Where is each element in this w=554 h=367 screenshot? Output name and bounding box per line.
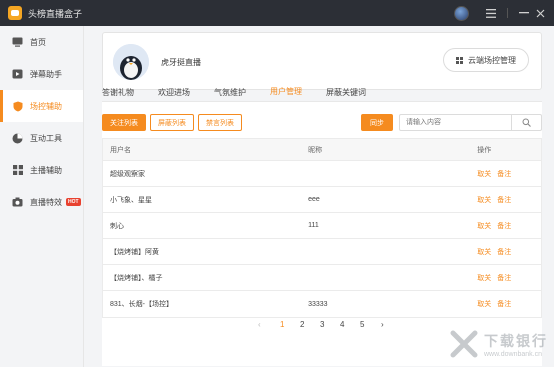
sidebar-item-label: 场控辅助 [30, 101, 62, 111]
minimize-icon[interactable] [516, 5, 532, 21]
control-tabs: 答谢礼物 欢迎进场 气氛维护 用户管理 屏蔽关键词 [102, 80, 542, 102]
sidebar-item-label: 首页 [30, 37, 46, 47]
note-link[interactable]: 备注 [497, 275, 511, 282]
hot-badge: HOT [66, 198, 81, 206]
sidebar-item-label: 主播辅助 [30, 165, 62, 175]
tab-user-management[interactable]: 用户管理 [270, 86, 302, 102]
sidebar-item-label: 直播特效 [30, 197, 62, 207]
shield-icon [12, 101, 23, 112]
header-actions: 操作 [477, 146, 492, 154]
cell-username: 刺心 [110, 222, 124, 230]
title-separator [507, 8, 508, 18]
close-icon[interactable] [532, 5, 548, 21]
sidebar-item-room-control[interactable]: 场控辅助 [0, 90, 83, 122]
table-header: 用户名 昵称 操作 [103, 139, 541, 161]
sidebar-item-effects[interactable]: 直播特效 HOT [0, 186, 83, 218]
subtab-follow-list[interactable]: 关注列表 [102, 114, 146, 131]
note-link[interactable]: 备注 [497, 223, 511, 230]
main-content: 虎牙挺直播 云端场控管理 答谢礼物 欢迎进场 气氛维护 用户管理 屏蔽关键词 关… [88, 26, 554, 367]
page-1-button[interactable]: 1 [280, 320, 284, 329]
cell-nickname: 111 [308, 222, 319, 229]
sidebar-item-host-assist[interactable]: 主播辅助 [0, 154, 83, 186]
tab-block-keywords[interactable]: 屏蔽关键词 [326, 87, 366, 102]
window-controls [454, 0, 548, 26]
page-3-button[interactable]: 3 [320, 320, 324, 329]
monitor-icon [12, 37, 23, 48]
sidebar-item-interaction[interactable]: 互动工具 [0, 122, 83, 154]
watermark: 下载银行 www.downbank.cn [449, 329, 548, 359]
subtab-mute-list[interactable]: 禁言列表 [198, 114, 242, 131]
unfollow-link[interactable]: 取关 [477, 223, 491, 230]
sidebar-item-danmaku[interactable]: 弹幕助手 [0, 58, 83, 90]
sync-button[interactable]: 同步 [361, 114, 393, 131]
tab-atmosphere[interactable]: 气氛维护 [214, 87, 246, 102]
table-row: 831、长烟-【场控】 33333 取关 备注 [103, 291, 541, 317]
cloud-control-button[interactable]: 云端场控管理 [443, 48, 529, 72]
title-bar: 头榜直播盒子 [0, 0, 554, 26]
cell-nickname: eee [308, 196, 320, 203]
user-table: 用户名 昵称 操作 超级观察家 取关 备注 小飞象、星星 eee 取关 备注 刺心 … [102, 138, 542, 318]
unfollow-link[interactable]: 取关 [477, 171, 491, 178]
page-2-button[interactable]: 2 [300, 320, 304, 329]
streamer-username: 虎牙挺直播 [161, 58, 201, 67]
table-row: 【烧烤铺】、橘子 取关 备注 [103, 265, 541, 291]
cell-username: 【烧烤铺】阿黄 [110, 248, 159, 256]
table-row: 【烧烤铺】阿黄 取关 备注 [103, 239, 541, 265]
cell-username: 831、长烟-【场控】 [110, 301, 174, 308]
grid-icon [456, 56, 463, 64]
user-avatar[interactable] [454, 5, 469, 21]
cell-username: 小飞象、星星 [110, 196, 152, 204]
cell-nickname: 33333 [308, 300, 328, 308]
search-icon[interactable] [511, 115, 541, 130]
pie-icon [12, 133, 23, 144]
cell-username: 【烧烤铺】、橘子 [110, 274, 163, 282]
subtab-block-list[interactable]: 屏蔽列表 [150, 114, 194, 131]
unfollow-link[interactable]: 取关 [477, 301, 491, 308]
camera-icon [12, 197, 23, 208]
unfollow-link[interactable]: 取关 [477, 249, 491, 256]
tab-welcome[interactable]: 欢迎进场 [158, 87, 190, 102]
play-icon [12, 69, 23, 80]
next-page-button[interactable]: › [381, 320, 384, 329]
note-link[interactable]: 备注 [497, 171, 511, 178]
table-row: 刺心 111 取关 备注 [103, 213, 541, 239]
note-link[interactable]: 备注 [497, 197, 511, 204]
search-input[interactable] [400, 115, 511, 130]
page-5-button[interactable]: 5 [360, 320, 364, 329]
header-nickname: 昵称 [308, 146, 323, 154]
cell-username: 超级观察家 [110, 170, 145, 178]
menu-icon[interactable] [483, 5, 499, 21]
streamer-avatar [113, 44, 149, 80]
header-username: 用户名 [110, 146, 131, 154]
watermark-logo-icon [450, 330, 478, 358]
search-box [399, 114, 542, 131]
sidebar-item-home[interactable]: 首页 [0, 26, 83, 58]
table-row: 超级观察家 取关 备注 [103, 161, 541, 187]
unfollow-link[interactable]: 取关 [477, 275, 491, 282]
note-link[interactable]: 备注 [497, 301, 511, 308]
page-4-button[interactable]: 4 [340, 320, 344, 329]
list-subtabs: 关注列表 屏蔽列表 禁言列表 [102, 114, 246, 131]
watermark-text: 下载银行 [484, 332, 548, 349]
sidebar-item-label: 弹幕助手 [30, 69, 62, 79]
tab-gift-thanks[interactable]: 答谢礼物 [102, 87, 134, 102]
cloud-control-label: 云端场控管理 [468, 55, 516, 65]
prev-page-button[interactable]: ‹ [258, 320, 261, 329]
sidebar: 首页 弹幕助手 场控辅助 互动工具 主播辅助 直播特效 HOT [0, 26, 84, 367]
unfollow-link[interactable]: 取关 [477, 197, 491, 204]
note-link[interactable]: 备注 [497, 249, 511, 256]
grid-icon [12, 165, 23, 176]
app-logo-icon [8, 6, 22, 20]
watermark-url: www.downbank.cn [484, 350, 542, 358]
sidebar-item-label: 互动工具 [30, 133, 62, 143]
table-row: 小飞象、星星 eee 取关 备注 [103, 187, 541, 213]
app-title: 头榜直播盒子 [28, 8, 83, 19]
